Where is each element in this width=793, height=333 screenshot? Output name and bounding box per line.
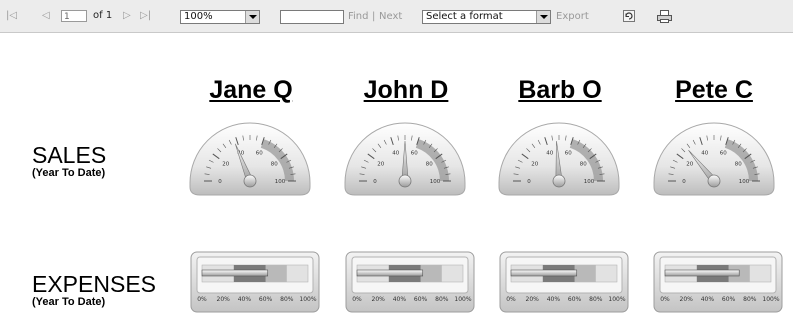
person-name-john-d: John D [363, 76, 449, 104]
bar-range-mid [574, 265, 596, 282]
export-format-value: Select a format [426, 11, 503, 22]
export-link[interactable]: Export [556, 11, 589, 22]
gauge-tick-label: 40 [546, 150, 553, 156]
bar-tick-label: 100% [608, 296, 625, 303]
gauge-tick-label: 0 [682, 179, 686, 185]
next-page-button[interactable]: ▷ [123, 9, 131, 23]
gauge-tick-label: 60 [565, 150, 572, 156]
page-number-input[interactable]: 1 [61, 10, 87, 22]
gauge-tick-label: 80 [735, 161, 742, 167]
bar-tick-label: 40% [547, 296, 561, 303]
first-page-button[interactable]: |◁ [6, 9, 17, 23]
gauge-tick-label: 0 [218, 179, 222, 185]
bar-tick-label: 20% [526, 296, 540, 303]
bar-tick-label: 100% [454, 296, 471, 303]
export-format-select[interactable]: Select a format [422, 10, 551, 24]
bar-tick-label: 20% [217, 296, 231, 303]
gauge-tick-label: 20 [686, 161, 693, 167]
sales-gauge-barb-o: 0 20 40 60 80 100 [498, 122, 620, 196]
gauge-tick-label: 60 [720, 150, 727, 156]
page-count-label: of 1 [93, 10, 113, 21]
sales-gauge-jane-q: 02040 6080100 [189, 122, 311, 196]
bar-range-mid [265, 265, 287, 282]
bar-tick-label: 80% [743, 296, 757, 303]
expenses-bar-barb-o: 0% 20% 40% 60% 80% 100% [499, 251, 629, 313]
bar-tick-label: 100% [762, 296, 779, 303]
sales-label: SALES [32, 142, 107, 168]
previous-page-button[interactable]: ◁ [42, 9, 50, 23]
bar-value-pointer [664, 269, 740, 277]
bar-tick-label: 0% [506, 296, 516, 303]
expenses-bar-john-d: 0% 20% 40% 60% 80% 100% [345, 251, 475, 313]
bar-tick-label: 40% [701, 296, 715, 303]
gauge-tick-label: 80 [426, 161, 433, 167]
gauge-tick-label: 100 [430, 179, 441, 185]
gauge-tick-label: 20 [531, 161, 538, 167]
gauge-cap [243, 174, 257, 188]
zoom-value: 100% [184, 11, 213, 22]
bar-tick-label: 80% [435, 296, 449, 303]
report-toolbar: |◁ ◁ 1 of 1 ▷ ▷| 100% Find | Next Select… [0, 0, 793, 33]
chevron-down-icon[interactable] [536, 11, 550, 23]
gauge-tick-label: 80 [580, 161, 587, 167]
bar-value-pointer [510, 269, 578, 277]
bar-tick-label: 0% [660, 296, 670, 303]
person-name-jane-q: Jane Q [209, 76, 293, 104]
gauge-tick-label: 60 [411, 150, 418, 156]
sales-gauge-pete-c: 0 20 40 60 80 100 [653, 122, 775, 196]
expenses-sublabel: (Year To Date) [32, 296, 106, 308]
gauge-cap [552, 174, 566, 188]
gauge-tick-label: 40 [701, 150, 708, 156]
expenses-bar-pete-c: 0% 20% 40% 60% 80% 100% [653, 251, 783, 313]
sales-sublabel: (Year To Date) [32, 167, 106, 179]
gauge-tick-label: 100 [584, 179, 595, 185]
bar-value-pointer [201, 269, 269, 277]
last-page-button[interactable]: ▷| [140, 9, 151, 23]
find-link[interactable]: Find [348, 11, 369, 22]
zoom-select[interactable]: 100% [180, 10, 260, 24]
bar-tick-label: 60% [259, 296, 273, 303]
bar-tick-label: 60% [414, 296, 428, 303]
bar-value-pointer [356, 269, 424, 277]
sales-gauge-john-d: 0 20 40 60 80 100 [344, 122, 466, 196]
bar-range-mid [420, 265, 442, 282]
bar-tick-label: 20% [372, 296, 386, 303]
person-name-barb-o: Barb O [518, 76, 602, 104]
person-name-pete-c: Pete C [675, 76, 753, 104]
gauge-cap [398, 174, 412, 188]
sales-row-label: SALES (Year To Date) [32, 143, 106, 180]
find-input[interactable] [280, 10, 344, 24]
gauge-tick-label: 0 [373, 179, 377, 185]
bar-tick-label: 20% [680, 296, 694, 303]
print-icon[interactable] [657, 9, 672, 23]
bar-tick-label: 80% [280, 296, 294, 303]
toolbar-separator: | [372, 11, 376, 22]
gauge-tick-label: 80 [271, 161, 278, 167]
gauge-tick-label: 20 [377, 161, 384, 167]
gauge-tick-label: 20 [222, 161, 229, 167]
bar-tick-label: 40% [393, 296, 407, 303]
chevron-down-icon[interactable] [245, 11, 259, 23]
bar-tick-label: 100% [299, 296, 316, 303]
bar-tick-label: 60% [568, 296, 582, 303]
expenses-label: EXPENSES [32, 271, 156, 297]
gauge-tick-label: 100 [739, 179, 750, 185]
refresh-icon[interactable] [623, 10, 635, 22]
bar-tick-label: 40% [238, 296, 252, 303]
bar-tick-label: 80% [589, 296, 603, 303]
expenses-bar-jane-q: 0% 20% 40% 60% 80% 100% [190, 251, 320, 313]
gauge-tick-label: 60 [256, 150, 263, 156]
gauge-cap [707, 174, 721, 188]
bar-tick-label: 0% [197, 296, 207, 303]
gauge-tick-label: 0 [527, 179, 531, 185]
bar-tick-label: 60% [722, 296, 736, 303]
expenses-row-label: EXPENSES (Year To Date) [32, 272, 156, 309]
bar-tick-label: 0% [352, 296, 362, 303]
next-link[interactable]: Next [379, 11, 402, 22]
gauge-tick-label: 100 [275, 179, 286, 185]
gauge-tick-label: 40 [392, 150, 399, 156]
